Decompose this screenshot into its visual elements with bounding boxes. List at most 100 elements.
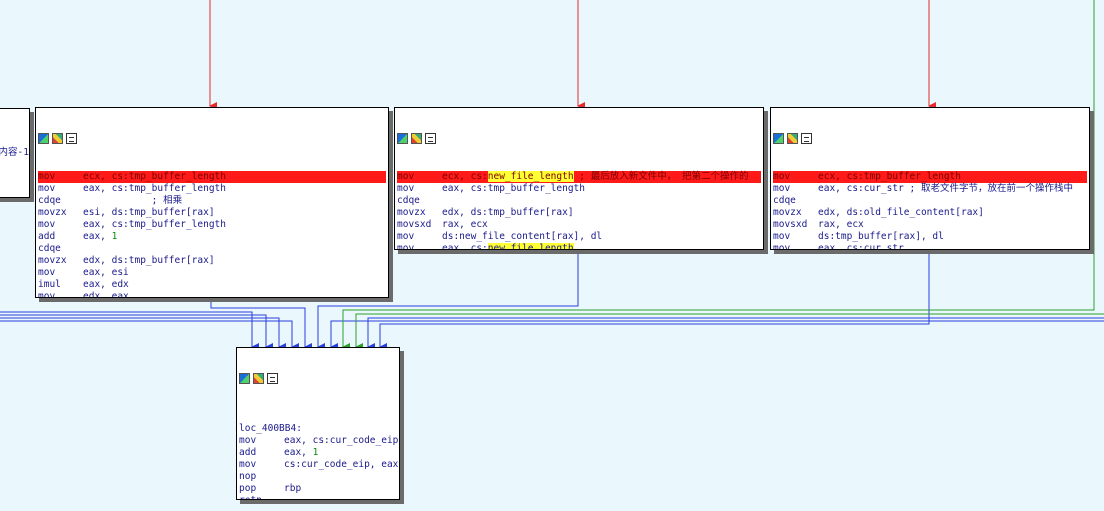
graph-view-icon[interactable]: [397, 133, 408, 144]
code-block-new-file-write[interactable]: mov ecx, cs:new_file_length ; 最后放入新文件中， 把…: [394, 107, 764, 250]
block-toolbar: [36, 132, 388, 146]
asm-mnemonic: movzx: [397, 207, 426, 218]
asm-line[interactable]: movzx edx, ds:tmp_buffer[rax]: [38, 255, 386, 267]
code-block-old-file-read[interactable]: mov ecx, cs:tmp_buffer_length mov eax, cs:c…: [770, 107, 1090, 250]
asm-operand: eax, cs:tmp_buffer_length: [442, 183, 585, 194]
asm-line[interactable]: mov eax, cs:cur_str: [773, 243, 1087, 249]
asm-mnemonic: mov: [773, 171, 791, 182]
asm-mnemonic: mov: [397, 243, 415, 250]
color-palette-icon[interactable]: [787, 133, 798, 144]
asm-mnemonic: movzx: [773, 207, 802, 218]
asm-line[interactable]: cdqe ; 相乘: [38, 195, 386, 207]
asm-mnemonic: mov: [773, 183, 791, 194]
asm-line[interactable]: retn: [239, 495, 397, 499]
asm-line[interactable]: imul eax, edx: [38, 279, 386, 291]
graph-view-icon[interactable]: [773, 133, 784, 144]
asm-operand: eax, cs:: [442, 243, 488, 250]
asm-line[interactable]: [239, 411, 397, 423]
asm-line[interactable]: movzx edx, ds:tmp_buffer[rax]: [397, 207, 761, 219]
asm-line[interactable]: mov eax, cs:cur_code_eip: [239, 435, 399, 447]
asm-mnemonic: cdqe: [397, 195, 420, 206]
block-code: loc_400BB4: mov eax, cs:cur_code_eip add eax…: [237, 410, 399, 499]
asm-mnemonic: movzx: [38, 207, 67, 218]
partial-code-block[interactable]: 内容-1: [0, 108, 30, 198]
block-code: mov ecx, cs:tmp_buffer_length mov eax, cs:c…: [771, 170, 1089, 249]
asm-operand: ecx, cs:tmp_buffer_length: [818, 171, 961, 182]
asm-text: loc_400BB4:: [239, 423, 302, 434]
highlighted-symbol[interactable]: new_file_length: [487, 243, 574, 249]
asm-line[interactable]: nop: [239, 471, 397, 483]
asm-line[interactable]: mov edx, eax: [38, 291, 386, 298]
asm-line[interactable]: mov eax, cs:tmp_buffer_length: [38, 183, 386, 195]
asm-line[interactable]: mov eax, cs:tmp_buffer_length: [397, 183, 761, 195]
asm-mnemonic: cdqe: [38, 195, 61, 206]
graph-view-icon[interactable]: [38, 133, 49, 144]
asm-line[interactable]: cdqe: [397, 195, 761, 207]
block-code: mov ecx, cs:tmp_buffer_length mov eax, cs:t…: [36, 170, 388, 298]
asm-operand: eax,: [83, 231, 112, 242]
asm-operand: eax,: [284, 447, 313, 458]
asm-operand: eax, cs:cur_str ; 取老文件字节，放在前一个操作栈中: [818, 183, 1073, 194]
asm-line[interactable]: movzx edx, ds:old_file_content[rax]: [773, 207, 1087, 219]
asm-mnemonic: mov: [239, 459, 257, 470]
asm-line[interactable]: mov eax, cs:new_file_length: [397, 243, 761, 250]
asm-immediate: 1: [111, 231, 118, 242]
asm-line[interactable]: mov eax, cs:tmp_buffer_length: [38, 219, 386, 231]
asm-operand: eax, cs:tmp_buffer_length: [83, 183, 226, 194]
asm-line[interactable]: mov ecx, cs:new_file_length ; 最后放入新文件中， 把…: [397, 171, 761, 183]
asm-line[interactable]: movsxd rax, ecx: [397, 219, 761, 231]
asm-mnemonic: mov: [38, 291, 56, 298]
color-palette-icon[interactable]: [52, 133, 63, 144]
asm-line[interactable]: add eax, 1: [38, 231, 386, 243]
block-toolbar: [395, 132, 763, 146]
asm-mnemonic: mov: [239, 435, 257, 446]
asm-operand: eax, esi: [83, 267, 129, 278]
asm-line[interactable]: cdqe: [38, 243, 386, 255]
code-block-tmp-buffer-multiply[interactable]: mov ecx, cs:tmp_buffer_length mov eax, cs:t…: [35, 107, 389, 298]
asm-operand-rest: ; 最后放入新文件中， 把第二个操作的: [573, 171, 749, 182]
asm-mnemonic: mov: [38, 171, 56, 182]
asm-line[interactable]: mov eax, cs:cur_str ; 取老文件字节，放在前一个操作栈中: [773, 183, 1087, 195]
asm-line[interactable]: cdqe: [773, 195, 1087, 207]
asm-line[interactable]: movzx esi, ds:tmp_buffer[rax]: [38, 207, 386, 219]
color-palette-icon[interactable]: [253, 373, 264, 384]
asm-mnemonic: mov: [38, 267, 56, 278]
asm-operand: ecx, cs:: [442, 171, 488, 182]
block-toolbar: [237, 372, 399, 386]
asm-line[interactable]: loc_400BB4:: [239, 423, 397, 435]
asm-operand: eax, cs:cur_code_eip: [284, 435, 399, 446]
asm-operand: edx, ds:tmp_buffer[rax]: [442, 207, 574, 218]
asm-operand: edx, ds:old_file_content[rax]: [818, 207, 984, 218]
asm-line[interactable]: mov ds:new_file_content[rax], dl: [397, 231, 761, 243]
asm-line[interactable]: mov cs:cur_code_eip, eax: [239, 459, 399, 471]
red-edges: [209, 0, 936, 110]
highlighted-symbol[interactable]: new_file_length: [487, 171, 574, 182]
asm-mnemonic: add: [239, 447, 257, 458]
asm-mnemonic: nop: [239, 471, 257, 482]
asm-operand: rax, ecx: [818, 219, 864, 230]
asm-mnemonic: movzx: [38, 255, 67, 266]
stub-comment: 内容-1: [0, 147, 29, 158]
asm-mnemonic: mov: [397, 231, 415, 242]
asm-line[interactable]: mov eax, esi: [38, 267, 386, 279]
asm-operand: cs:cur_code_eip, eax: [284, 459, 399, 470]
text-view-icon[interactable]: [66, 133, 77, 144]
asm-line[interactable]: mov ecx, cs:tmp_buffer_length: [38, 171, 386, 183]
text-view-icon[interactable]: [425, 133, 436, 144]
color-palette-icon[interactable]: [411, 133, 422, 144]
asm-mnemonic: movsxd: [397, 219, 432, 230]
block-code: mov ecx, cs:new_file_length ; 最后放入新文件中， 把…: [395, 170, 763, 250]
text-view-icon[interactable]: [801, 133, 812, 144]
asm-mnemonic: movsxd: [773, 219, 808, 230]
asm-mnemonic: imul: [38, 279, 61, 290]
asm-line[interactable]: movsxd rax, ecx: [773, 219, 1087, 231]
graph-view-icon[interactable]: [239, 373, 250, 384]
code-block-loc-400bb4[interactable]: loc_400BB4: mov eax, cs:cur_code_eip add eax…: [236, 347, 400, 500]
asm-operand: ; 相乘: [83, 195, 183, 206]
asm-line[interactable]: mov ecx, cs:tmp_buffer_length: [773, 171, 1087, 183]
asm-line[interactable]: mov ds:tmp_buffer[rax], dl: [773, 231, 1087, 243]
text-view-icon[interactable]: [267, 373, 278, 384]
asm-line[interactable]: add eax, 1: [239, 447, 397, 459]
asm-operand: esi, ds:tmp_buffer[rax]: [83, 207, 215, 218]
asm-line[interactable]: pop rbp: [239, 483, 397, 495]
